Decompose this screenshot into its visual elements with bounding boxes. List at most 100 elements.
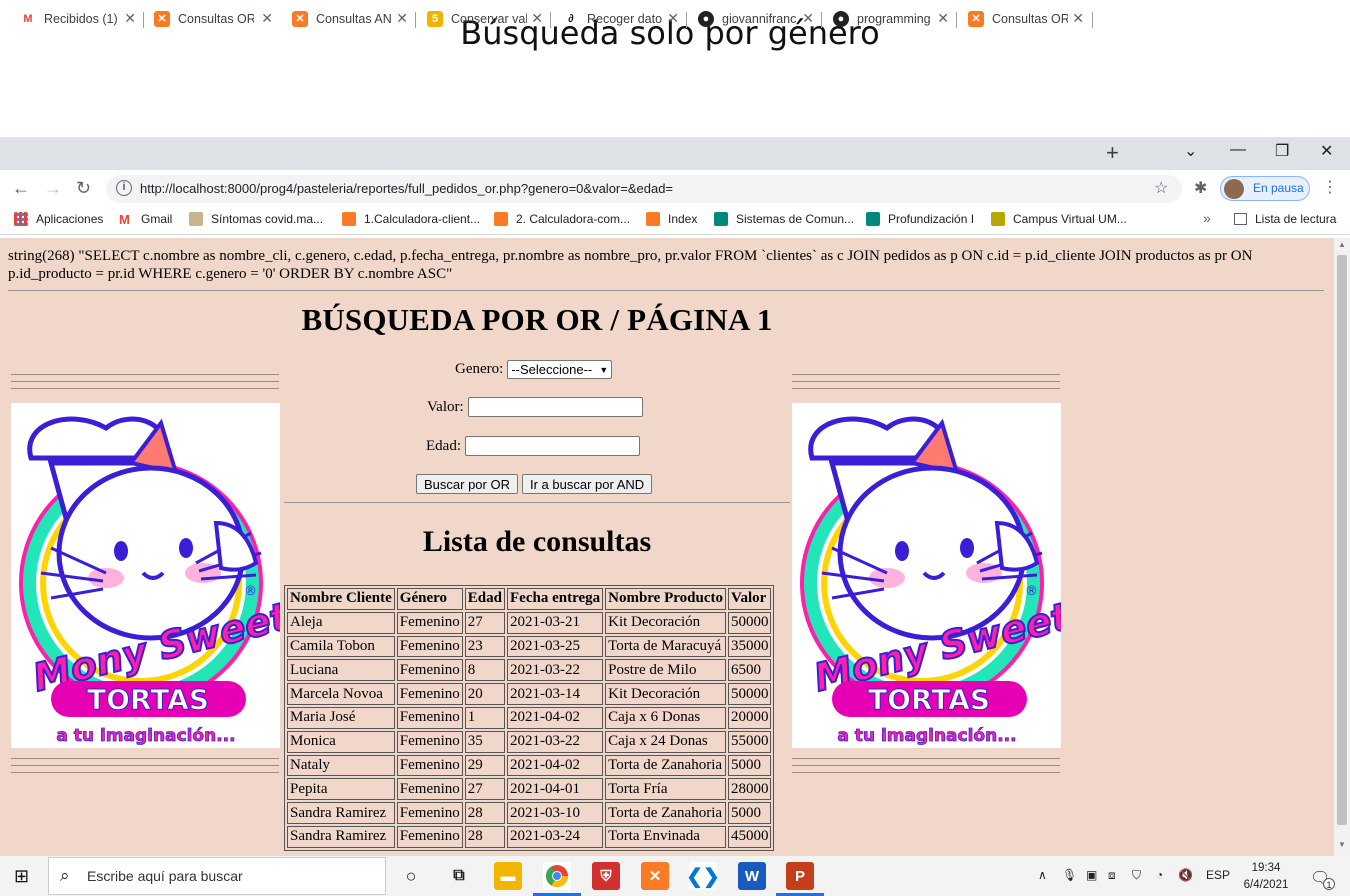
tab-search-icon[interactable]: ⌄: [1184, 141, 1197, 161]
tab-gmail[interactable]: M Recibidos (1) - ✕: [14, 4, 142, 33]
tab-label: Recoger dato: [587, 11, 663, 26]
tab-github-2[interactable]: ● programming ✕: [827, 4, 955, 33]
reload-icon[interactable]: ↻: [76, 178, 91, 199]
browser-menu-icon[interactable]: ⋮: [1322, 177, 1338, 197]
close-icon[interactable]: ✕: [937, 10, 949, 27]
table-cell: Femenino: [396, 825, 463, 848]
tab-separator: [143, 12, 144, 28]
tab-consultas-and[interactable]: ✕ Consultas AN ✕: [286, 4, 414, 33]
close-window-icon[interactable]: ✕: [1320, 141, 1333, 161]
file-explorer-icon[interactable]: ▬: [494, 862, 522, 890]
valor-row: Valor:: [427, 397, 643, 417]
tab-consultas-or-2[interactable]: ✕ Consultas OR ✕: [962, 4, 1090, 33]
restore-icon[interactable]: ❐: [1275, 141, 1289, 161]
scroll-up-icon[interactable]: ▲: [1338, 240, 1346, 249]
buscar-or-button[interactable]: Buscar por OR: [416, 474, 518, 494]
tray-network-app-icon[interactable]: ⧈: [1108, 868, 1116, 883]
scrollbar-thumb[interactable]: [1337, 255, 1347, 825]
xampp-icon[interactable]: ✕: [641, 862, 669, 890]
minimize-icon[interactable]: —: [1230, 141, 1246, 159]
ir-buscar-and-button[interactable]: Ir a buscar por AND: [521, 474, 653, 494]
search-panel: BÚSQUEDA POR OR / PÁGINA 1: [284, 300, 790, 338]
table-cell: 8: [464, 659, 505, 682]
genero-select[interactable]: --Seleccione-- ▼: [507, 360, 613, 379]
cortana-icon[interactable]: ○: [397, 862, 425, 890]
bookmarks-more-icon[interactable]: »: [1203, 210, 1211, 226]
table-cell: 2021-04-02: [507, 754, 604, 777]
close-icon[interactable]: ✕: [396, 10, 408, 27]
word-icon[interactable]: W: [738, 862, 766, 890]
table-cell: 23: [464, 635, 505, 658]
close-icon[interactable]: ✕: [802, 10, 814, 27]
tab-label: Consultas OR: [992, 11, 1068, 26]
tray-chevron-icon[interactable]: ∧: [1038, 868, 1047, 882]
microphone-icon[interactable]: 🎙: [1062, 868, 1077, 882]
vscode-icon[interactable]: ❮❯: [686, 862, 720, 890]
table-cell: Femenino: [396, 659, 463, 682]
close-icon[interactable]: ✕: [667, 10, 679, 27]
taskbar-clock[interactable]: 19:34 6/4/2021: [1240, 860, 1292, 894]
new-tab-button[interactable]: +: [1106, 140, 1119, 166]
bookmark-campus[interactable]: Campus Virtual UM...: [991, 212, 1127, 226]
table-cell: Marcela Novoa: [287, 683, 395, 705]
meet-icon: [866, 212, 880, 226]
taskbar-search-placeholder[interactable]: Escribe aquí para buscar: [87, 868, 243, 884]
chrome-icon[interactable]: [543, 862, 571, 890]
table-cell: 2021-03-14: [507, 683, 604, 705]
language-indicator[interactable]: ESP: [1206, 868, 1230, 882]
table-cell: 27: [464, 611, 505, 634]
bookmark-calculadora-2[interactable]: 2. Calculadora-com...: [494, 212, 630, 226]
table-cell: 55000: [727, 730, 772, 753]
table-cell: Maria José: [287, 706, 395, 729]
brand-logo-left: Mony Sweet ® TORTAS a tu imaginación...: [11, 403, 280, 748]
valor-input[interactable]: [467, 397, 643, 417]
bookmark-label: Campus Virtual UM...: [1013, 212, 1127, 226]
bookmark-apps[interactable]: Aplicaciones: [14, 212, 103, 226]
profile-status-label[interactable]: En pausa: [1253, 181, 1304, 195]
gov-building-icon: [189, 212, 203, 226]
tray-shield-icon[interactable]: ⛉: [1132, 868, 1141, 883]
url-text[interactable]: http://localhost:8000/prog4/pasteleria/r…: [140, 181, 673, 196]
reading-list-icon: [1234, 213, 1247, 225]
info-icon[interactable]: i: [116, 180, 132, 196]
tab-separator: [956, 12, 957, 28]
table-cell: Femenino: [396, 706, 463, 729]
volume-muted-icon[interactable]: 🔇: [1178, 868, 1193, 882]
table-cell: Femenino: [396, 802, 463, 824]
bookmark-calculadora-1[interactable]: 1.Calculadora-client...: [342, 212, 480, 226]
tab-recoger[interactable]: ∂ Recoger dato ✕: [557, 4, 685, 33]
table-row: Pepita Femenino 27 2021-04-01 Torta Fría 2800…: [287, 778, 772, 801]
edad-input[interactable]: [465, 436, 640, 456]
bookmark-star-icon[interactable]: ☆: [1154, 178, 1168, 198]
close-icon[interactable]: ✕: [124, 10, 136, 27]
left-top-rules: [11, 374, 279, 395]
wifi-icon[interactable]: ◔: [1156, 868, 1163, 882]
close-icon[interactable]: ✕: [261, 10, 273, 27]
avatar[interactable]: [1224, 179, 1244, 199]
windows-start-icon[interactable]: ⊞: [14, 866, 29, 887]
bookmark-gmail[interactable]: M Gmail: [119, 212, 172, 227]
extensions-icon[interactable]: ✱: [1194, 178, 1207, 198]
search-icon: ⌕: [60, 866, 70, 885]
close-icon[interactable]: ✕: [531, 10, 543, 27]
table-cell: Femenino: [396, 683, 463, 705]
tab-consultas-or-active[interactable]: ✕ Consultas OR ✕: [148, 4, 279, 33]
close-icon[interactable]: ✕: [1072, 10, 1084, 27]
bookmark-sistemas[interactable]: Sistemas de Comun...: [714, 212, 854, 226]
page-title: BÚSQUEDA POR OR / PÁGINA 1: [301, 302, 773, 337]
security-shield-icon[interactable]: ⛨: [592, 862, 620, 890]
tab-github-1[interactable]: ● giovannifranc ✕: [692, 4, 820, 33]
forward-icon[interactable]: →: [44, 178, 62, 199]
bookmark-covid[interactable]: Síntomas covid.ma...: [189, 212, 323, 226]
scroll-down-icon[interactable]: ▼: [1338, 840, 1346, 849]
bookmark-profundizacion[interactable]: Profundización I: [866, 212, 974, 226]
tab-conservar[interactable]: 5 Conservar val ✕: [421, 4, 549, 33]
tray-app-icon[interactable]: ▣: [1086, 868, 1097, 882]
table-cell: 35000: [727, 635, 772, 658]
reading-list-button[interactable]: Lista de lectura: [1234, 212, 1336, 226]
powerpoint-icon[interactable]: P: [786, 862, 814, 890]
task-view-icon[interactable]: ⧉: [445, 862, 473, 890]
back-icon[interactable]: ←: [12, 178, 30, 199]
table-row: Nataly Femenino 29 2021-04-02 Torta de Zanah…: [287, 754, 772, 777]
bookmark-index[interactable]: Index: [646, 212, 697, 226]
